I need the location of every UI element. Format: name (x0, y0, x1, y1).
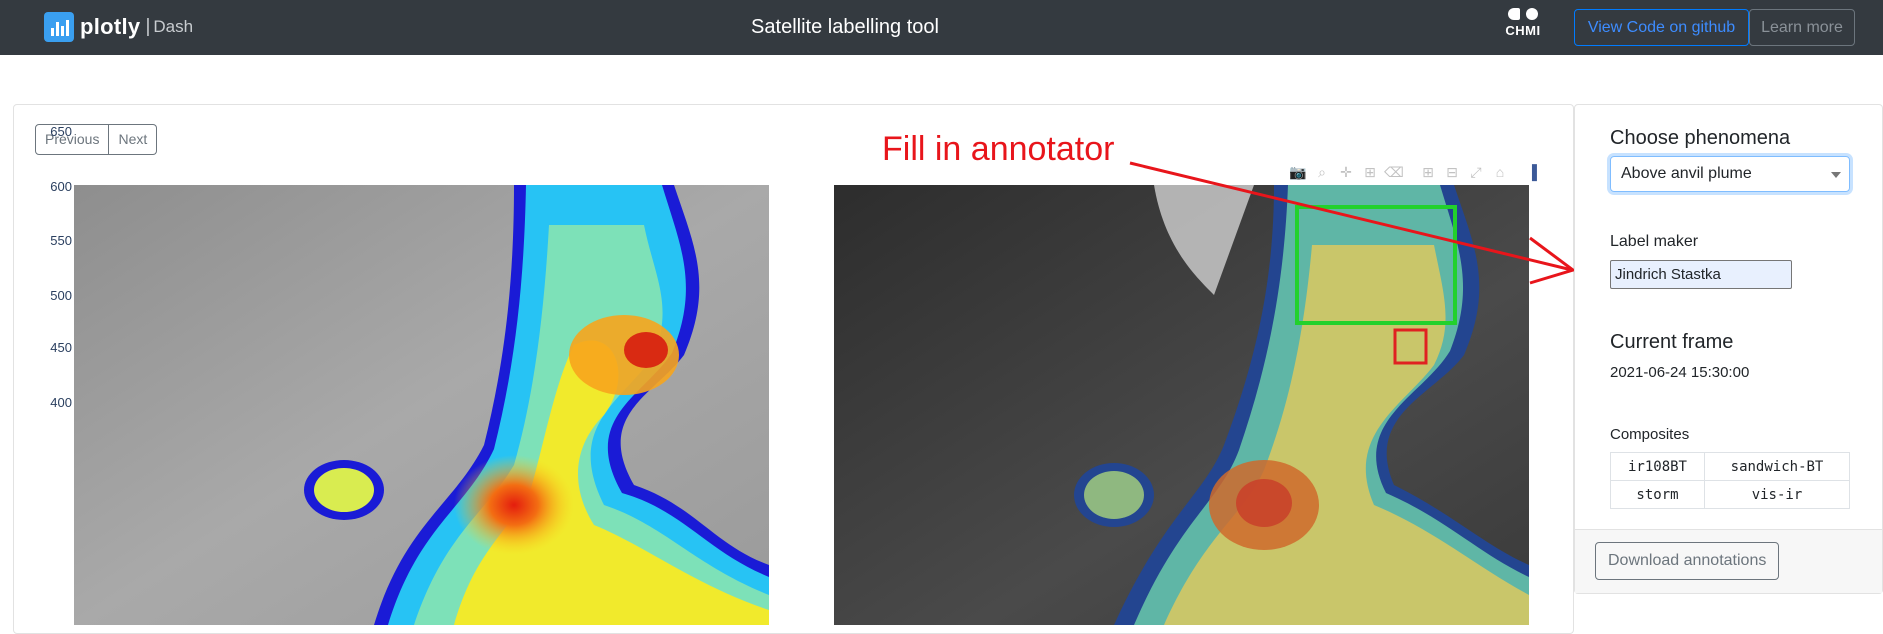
y-tick-label: 450 (50, 340, 72, 355)
composite-cell[interactable]: vis-ir (1704, 480, 1850, 509)
y-axis: 650 600 550 500 450 400 (14, 124, 76, 625)
annotation-label: Fill in annotator (882, 130, 1115, 168)
plotly-logo-icon[interactable]: ▐ (1523, 163, 1541, 181)
current-frame-heading: Current frame (1610, 331, 1734, 353)
page-title: Satellite labelling tool (751, 16, 939, 38)
composites-heading: Composites (1610, 426, 1690, 443)
erase-icon[interactable]: ⌫ (1384, 163, 1404, 181)
y-tick-label: 500 (50, 288, 72, 303)
phenomena-selected: Above anvil plume (1621, 165, 1752, 182)
box-select-icon[interactable]: ⊞ (1361, 163, 1379, 181)
sidebar-card: Choose phenomena Above anvil plume Label… (1574, 104, 1883, 594)
navbar: plotly | Dash Satellite labelling tool C… (0, 0, 1883, 55)
y-tick-label: 400 (50, 395, 72, 410)
org-logo-text: CHMI (1505, 23, 1541, 38)
autoscale-icon[interactable]: ⤢ (1467, 163, 1485, 181)
chmi-logo: CHMI (1501, 8, 1545, 46)
composite-cell[interactable]: ir108BT (1610, 452, 1705, 481)
zoom-icon[interactable]: ⌕ (1313, 163, 1331, 181)
y-tick-label: 550 (50, 233, 72, 248)
label-maker-heading: Label maker (1610, 233, 1699, 250)
y-tick-label: 650 (50, 124, 72, 139)
sidebar-footer: Download annotations (1575, 529, 1882, 593)
home-icon[interactable]: ⌂ (1491, 163, 1509, 181)
table-row: storm vis-ir (1610, 480, 1850, 509)
chevron-down-icon (1831, 172, 1841, 178)
right-satellite-image[interactable] (834, 185, 1529, 625)
pan-icon[interactable]: ✛ (1337, 163, 1355, 181)
zoom-in-icon[interactable]: ⊞ (1419, 163, 1437, 181)
left-satellite-image[interactable] (74, 185, 769, 625)
composite-cell[interactable]: storm (1610, 480, 1705, 509)
y-tick-label: 600 (50, 179, 72, 194)
main-card: Previous Next Fill in annotator 📷 ⌕ ✛ ⊞ ⌫ ⊞ ⊟ ⤢… (13, 104, 1574, 634)
phenomena-heading: Choose phenomena (1610, 127, 1791, 149)
composites-table: ir108BT sandwich-BT storm vis-ir (1610, 452, 1850, 509)
phenomena-dropdown[interactable]: Above anvil plume (1610, 156, 1850, 192)
zoom-out-icon[interactable]: ⊟ (1443, 163, 1461, 181)
next-button[interactable]: Next (109, 124, 158, 155)
label-maker-input[interactable]: Jindrich Stastka (1610, 260, 1792, 289)
table-row: ir108BT sandwich-BT (1610, 452, 1850, 481)
github-button[interactable]: View Code on github (1574, 9, 1749, 46)
logo-dot-icon (1526, 8, 1538, 20)
download-annotations-button[interactable]: Download annotations (1595, 542, 1780, 580)
current-frame-value: 2021-06-24 15:30:00 (1610, 364, 1750, 381)
logo-dot-icon (1508, 8, 1520, 20)
composite-cell[interactable]: sandwich-BT (1704, 452, 1850, 481)
learn-more-button[interactable]: Learn more (1749, 9, 1855, 46)
previous-button[interactable]: Previous (35, 124, 110, 155)
plot-modebar: 📷 ⌕ ✛ ⊞ ⌫ ⊞ ⊟ ⤢ ⌂ ▐ (1289, 163, 1541, 183)
camera-icon[interactable]: 📷 (1289, 163, 1307, 181)
